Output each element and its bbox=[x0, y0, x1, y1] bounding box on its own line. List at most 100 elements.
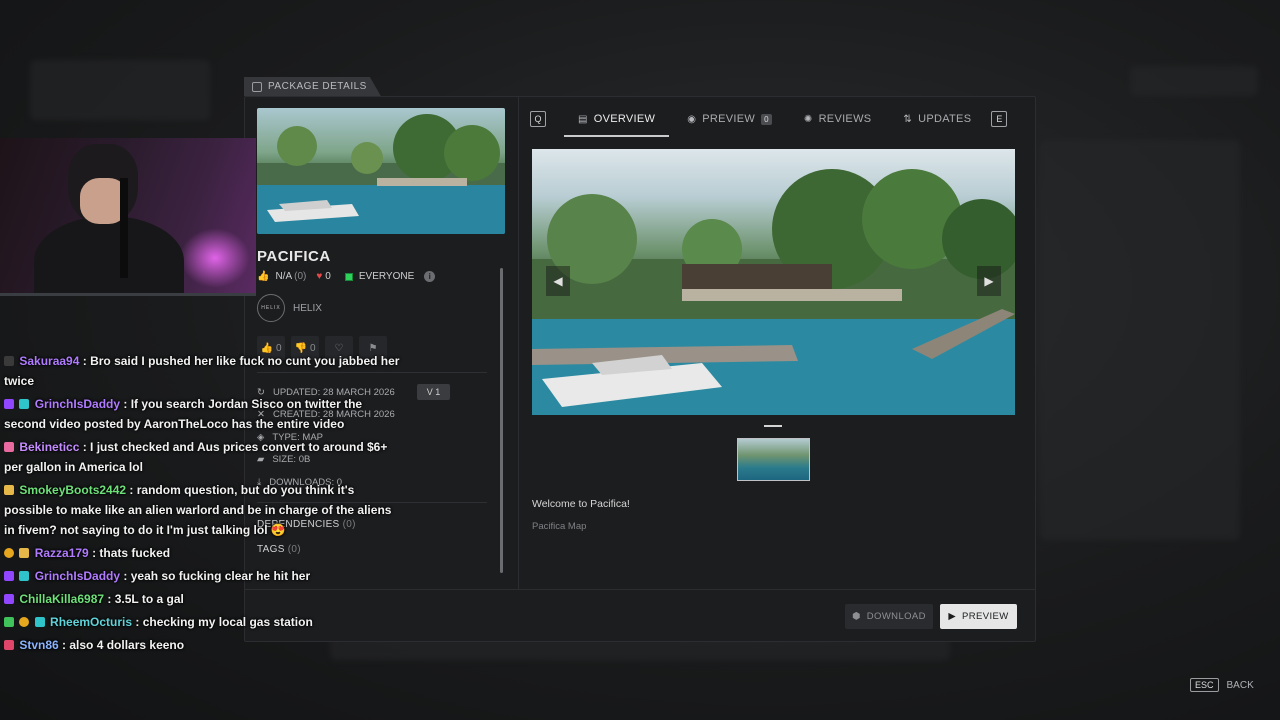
package-title: PACIFICA bbox=[257, 248, 331, 265]
next-tab-key[interactable]: E bbox=[991, 111, 1008, 127]
cam-body bbox=[34, 216, 184, 293]
chat-badge-icon bbox=[4, 640, 14, 650]
package-icon bbox=[252, 81, 262, 92]
updates-icon: ⇅ bbox=[903, 113, 913, 125]
chat-text: : checking my local gas station bbox=[135, 615, 313, 629]
tab-label: UPDATES bbox=[918, 113, 972, 125]
package-details-tag: PACKAGE DETAILS bbox=[244, 77, 381, 96]
island-scene bbox=[532, 169, 1015, 415]
chat-badge-icon bbox=[19, 571, 30, 581]
eye-icon: ◉ bbox=[687, 113, 697, 125]
chat-text: : thats fucked bbox=[92, 546, 171, 560]
prev-tab-key[interactable]: Q bbox=[530, 111, 546, 127]
likes-count: (0) bbox=[294, 271, 307, 282]
chat-badge-icon bbox=[4, 548, 14, 558]
rating-label: EVERYONE bbox=[358, 271, 415, 282]
chat-badge-icon bbox=[19, 399, 30, 409]
chat-message: SmokeyBoots2442 : random question, but d… bbox=[4, 480, 404, 540]
chat-overlay: Sakuraa94 : Bro said I pushed her like f… bbox=[4, 351, 404, 658]
chat-badge-icon bbox=[4, 442, 14, 452]
chat-badge-icon bbox=[4, 485, 14, 495]
tab-overview[interactable]: ▤ OVERVIEW bbox=[562, 102, 671, 137]
chat-message: GrinchIsDaddy : If you search Jordan Sis… bbox=[4, 394, 404, 434]
chat-badge-icon bbox=[34, 617, 45, 627]
chat-badge-icon bbox=[4, 356, 14, 366]
tab-count: 0 bbox=[761, 113, 772, 125]
chat-message: RheemOcturis : checking my local gas sta… bbox=[4, 612, 404, 632]
bg-header-block bbox=[30, 60, 210, 120]
package-meta: 👍 N/A (0) ♥ 0 EVERYONE i bbox=[257, 271, 507, 282]
back-label: BACK bbox=[1226, 679, 1254, 691]
rating-icon bbox=[344, 272, 353, 281]
chevron-left-icon: ◀ bbox=[553, 274, 563, 288]
chat-username: Stvn86 bbox=[19, 638, 59, 652]
cam-light bbox=[180, 228, 250, 288]
thumbs-up-icon: 👍 bbox=[257, 271, 270, 282]
chat-badge-icon bbox=[4, 594, 14, 604]
chevron-right-icon: ▶ bbox=[984, 274, 994, 288]
info-icon[interactable]: i bbox=[424, 271, 436, 282]
version-badge: V 1 bbox=[416, 384, 451, 401]
package-thumbnail bbox=[257, 108, 505, 234]
heart-icon: ♥ bbox=[316, 271, 323, 282]
package-author[interactable]: HELIX HELIX bbox=[257, 294, 507, 322]
preview-button[interactable]: ▶ PREVIEW bbox=[940, 604, 1017, 629]
bg-search-block bbox=[1130, 66, 1258, 96]
preview-label: PREVIEW bbox=[962, 611, 1009, 622]
island-image bbox=[257, 114, 505, 234]
badge-icon: ✺ bbox=[803, 113, 813, 125]
tab-label: REVIEWS bbox=[818, 113, 872, 125]
tab-bar: Q ▤ OVERVIEW ◉ PREVIEW 0 ✺ REVIEWS ⇅ UPD… bbox=[530, 102, 1026, 137]
webcam-overlay bbox=[0, 138, 256, 296]
chat-username: GrinchIsDaddy bbox=[34, 569, 121, 583]
preview-image: ◀ ▶ bbox=[532, 149, 1015, 415]
download-button[interactable]: ⬢ DOWNLOAD bbox=[845, 604, 933, 629]
chat-username: RheemOcturis bbox=[50, 615, 133, 629]
download-icon: ⬢ bbox=[852, 611, 861, 622]
scrollbar-thumb[interactable] bbox=[500, 268, 503, 573]
chat-badge-icon bbox=[4, 399, 14, 409]
chat-message: Stvn86 : also 4 dollars keeno bbox=[4, 635, 404, 655]
microphone-icon bbox=[120, 178, 128, 278]
chat-message: Sakuraa94 : Bro said I pushed her like f… bbox=[4, 351, 404, 391]
chat-message: Bekineticc : I just checked and Aus pric… bbox=[4, 437, 404, 477]
bg-side-block bbox=[1040, 140, 1240, 540]
chat-text: : yeah so fucking clear he hit her bbox=[123, 569, 311, 583]
back-hint[interactable]: ESC BACK bbox=[1190, 678, 1254, 692]
sidebar-scrollbar[interactable] bbox=[500, 268, 503, 573]
tab-reviews[interactable]: ✺ REVIEWS bbox=[788, 102, 888, 136]
chat-username: Bekineticc bbox=[19, 440, 80, 454]
chat-text: : also 4 dollars keeno bbox=[62, 638, 185, 652]
next-image-button[interactable]: ▶ bbox=[977, 266, 1001, 296]
tab-label: OVERVIEW bbox=[593, 113, 656, 125]
esc-key: ESC bbox=[1190, 678, 1219, 692]
chat-badge-icon bbox=[19, 617, 30, 627]
chat-badge-icon bbox=[4, 617, 14, 627]
chat-username: Razza179 bbox=[34, 546, 89, 560]
overview-description: Welcome to Pacifica! bbox=[532, 498, 630, 510]
likes-label: N/A bbox=[275, 271, 293, 282]
prev-image-button[interactable]: ◀ bbox=[546, 266, 570, 296]
download-label: DOWNLOAD bbox=[866, 611, 926, 622]
chat-message: ChillaKilla6987 : 3.5L to a gal bbox=[4, 589, 404, 609]
author-logo: HELIX bbox=[257, 294, 285, 322]
chat-username: Sakuraa94 bbox=[19, 354, 80, 368]
tab-preview[interactable]: ◉ PREVIEW 0 bbox=[671, 102, 788, 136]
tab-label: PREVIEW bbox=[702, 113, 756, 125]
chat-text: : 3.5L to a gal bbox=[107, 592, 184, 606]
author-name: HELIX bbox=[293, 302, 322, 314]
package-details-label: PACKAGE DETAILS bbox=[268, 81, 367, 92]
gallery-thumbnail[interactable] bbox=[737, 438, 810, 481]
chat-username: GrinchIsDaddy bbox=[34, 397, 121, 411]
slide-indicator[interactable] bbox=[764, 425, 782, 427]
chat-message: GrinchIsDaddy : yeah so fucking clear he… bbox=[4, 566, 404, 586]
chat-badge-icon bbox=[19, 548, 30, 558]
tab-updates[interactable]: ⇅ UPDATES bbox=[887, 102, 987, 136]
chat-message: Razza179 : thats fucked bbox=[4, 543, 404, 563]
document-icon: ▤ bbox=[578, 113, 588, 125]
play-icon: ▶ bbox=[948, 611, 957, 622]
overview-subtitle: Pacifica Map bbox=[532, 521, 587, 532]
chat-username: ChillaKilla6987 bbox=[19, 592, 105, 606]
chat-username: SmokeyBoots2442 bbox=[19, 483, 127, 497]
hearts-count: 0 bbox=[325, 271, 331, 282]
